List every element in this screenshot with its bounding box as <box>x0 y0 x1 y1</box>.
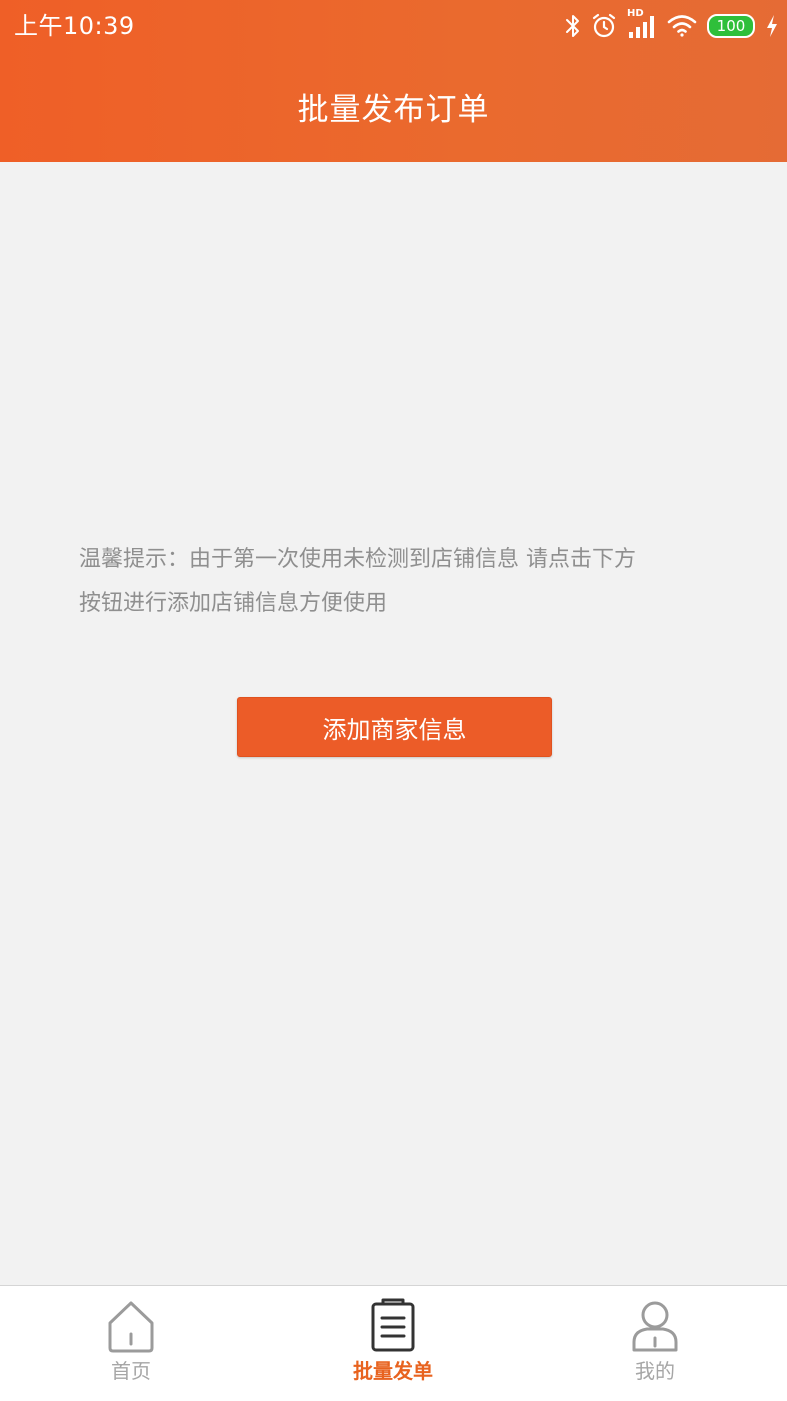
wifi-icon <box>667 14 697 38</box>
tip-line-2: 按钮进行添加店铺信息方便使用 <box>79 591 388 616</box>
add-merchant-info-button[interactable]: 添加商家信息 <box>237 697 552 757</box>
tab-home[interactable]: 首页 <box>0 1286 262 1401</box>
home-icon <box>105 1298 157 1354</box>
signal-icon: HD <box>627 8 657 40</box>
bottom-tabbar: 首页 批量发单 我的 <box>0 1285 787 1401</box>
status-bar: 上午10:39 HD 100 <box>0 0 787 52</box>
app-header: 上午10:39 HD 100 批量发布订单 <box>0 0 787 162</box>
alarm-icon <box>591 13 617 39</box>
tip-message: 温馨提示：由于第一次使用未检测到店铺信息 请点击下方 按钮进行添加店铺信息方便使… <box>79 538 709 626</box>
bluetooth-icon <box>565 13 581 39</box>
tab-mine[interactable]: 我的 <box>524 1286 786 1401</box>
clipboard-list-icon <box>367 1298 419 1354</box>
tab-batch-order-label: 批量发单 <box>353 1359 433 1383</box>
user-icon <box>629 1298 681 1354</box>
battery-icon: 100 <box>707 14 755 38</box>
tip-line-1: 温馨提示：由于第一次使用未检测到店铺信息 请点击下方 <box>79 547 636 572</box>
tab-batch-order[interactable]: 批量发单 <box>262 1286 524 1401</box>
page-title: 批量发布订单 <box>297 92 490 128</box>
tab-home-label: 首页 <box>111 1359 151 1383</box>
tab-mine-label: 我的 <box>635 1359 675 1383</box>
status-icons: HD 100 <box>565 8 779 42</box>
charging-icon <box>765 14 779 38</box>
status-time: 上午10:39 <box>14 12 135 40</box>
battery-level: 100 <box>707 14 755 38</box>
